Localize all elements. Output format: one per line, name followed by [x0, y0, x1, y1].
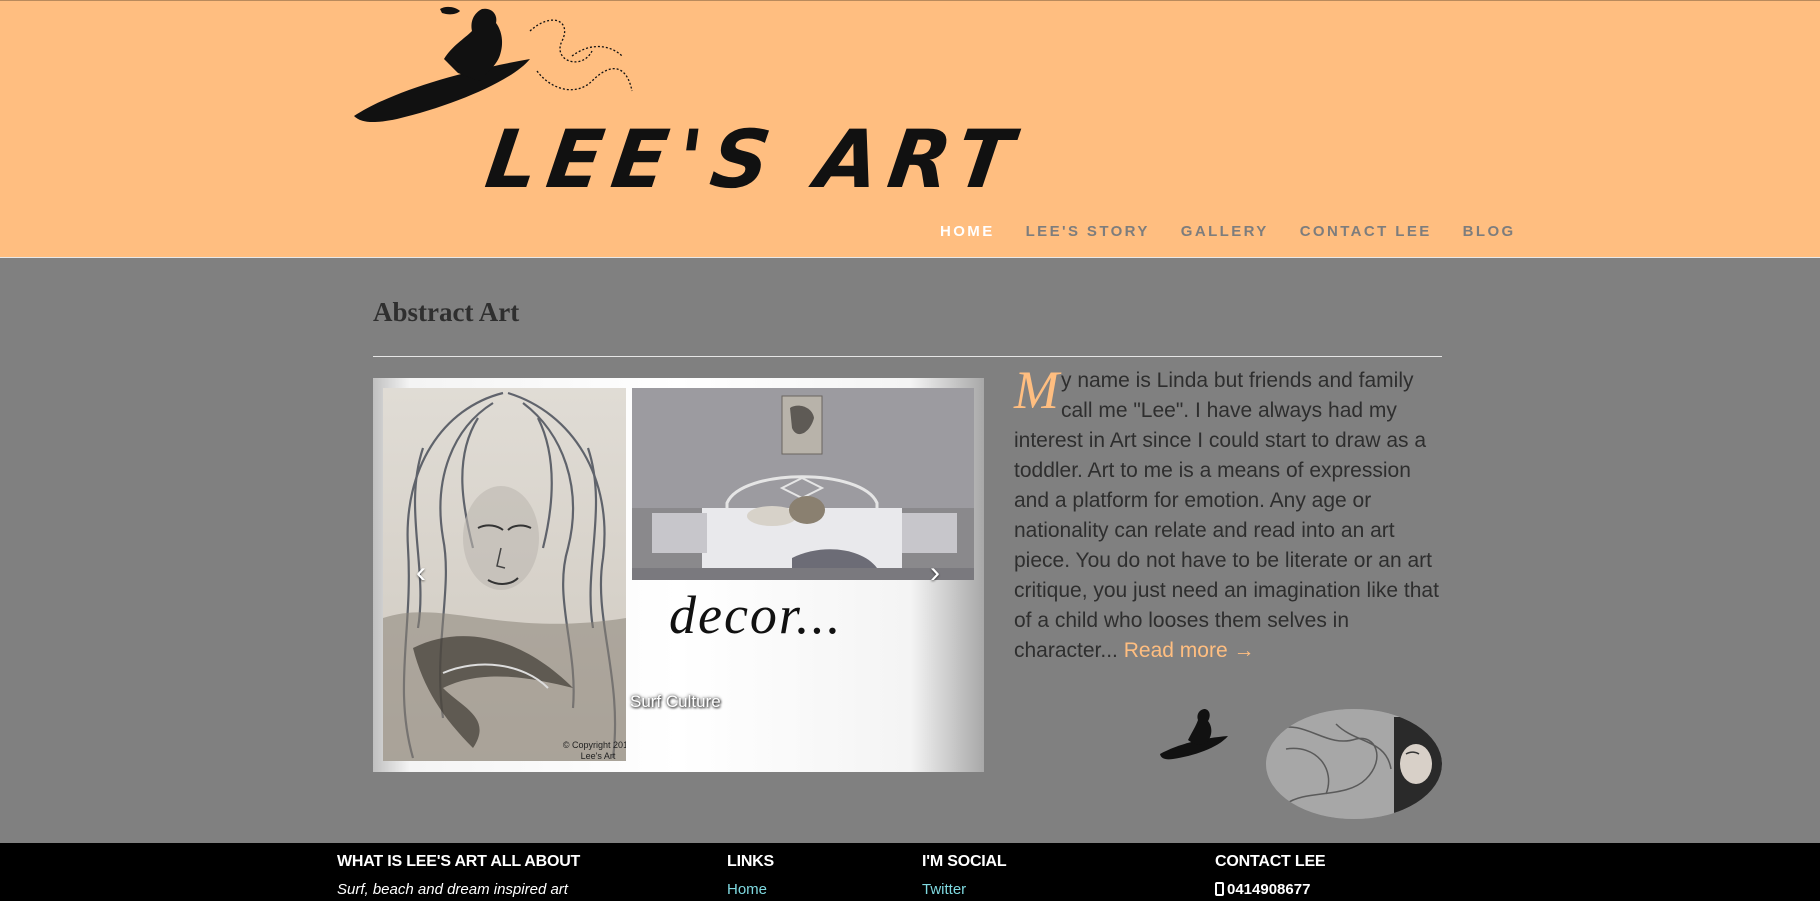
intro-paragraph: M y name is Linda but friends and family… [1014, 360, 1444, 666]
image-carousel[interactable]: © Copyright 2016 Lee's Art decor... Surf… [373, 378, 984, 772]
site-footer: WHAT IS LEE'S ART ALL ABOUT Surf, beach … [0, 843, 1820, 901]
chevron-right-icon[interactable]: › [920, 558, 950, 588]
footer-phone-number[interactable]: 0414908677 [1227, 881, 1310, 898]
nav-item-home[interactable]: HOME [940, 223, 995, 240]
nav-item-blog[interactable]: BLOG [1463, 223, 1516, 240]
footer-about: WHAT IS LEE'S ART ALL ABOUT Surf, beach … [337, 853, 580, 898]
oval-artist-image [1266, 709, 1442, 819]
nav-item-contact-lee[interactable]: CONTACT LEE [1300, 223, 1432, 240]
intro-text: y name is Linda but friends and family c… [1014, 369, 1439, 662]
footer-link-home[interactable]: Home [727, 881, 767, 898]
footer-links-heading: LINKS [727, 853, 775, 870]
dropcap-letter: M [1014, 360, 1059, 420]
copyright-text: © Copyright 2016 Lee's Art [562, 740, 626, 761]
footer-contact: CONTACT LEE 0414908677 [1215, 853, 1326, 898]
footer-social-heading: I'M SOCIAL [922, 853, 1007, 870]
page-title: Abstract Art [373, 297, 520, 327]
footer-about-text: Surf, beach and dream inspired art [337, 881, 568, 898]
footer-link-twitter[interactable]: Twitter [922, 881, 966, 898]
site-header: LEE'S ART HOME LEE'S STORY GALLERY CONTA… [0, 0, 1820, 258]
mobile-phone-icon [1215, 882, 1224, 896]
footer-contact-heading: CONTACT LEE [1215, 853, 1326, 870]
logo-wordmark: LEE'S ART [480, 113, 1029, 206]
footer-social: I'M SOCIAL Twitter [922, 853, 1007, 898]
title-divider [373, 356, 1442, 357]
read-more-link[interactable]: Read more → [1124, 639, 1255, 662]
slide-caption: Surf Culture [630, 692, 721, 711]
decor-heading: decor... [669, 585, 843, 645]
site-logo[interactable]: LEE'S ART [352, 1, 1127, 206]
chevron-left-icon[interactable]: ‹ [406, 558, 436, 588]
nav-item-lees-story[interactable]: LEE'S STORY [1026, 223, 1150, 240]
nav-item-gallery[interactable]: GALLERY [1181, 223, 1269, 240]
bedroom-decor-image [632, 388, 974, 580]
footer-about-heading: WHAT IS LEE'S ART ALL ABOUT [337, 853, 581, 870]
main-nav: HOME LEE'S STORY GALLERY CONTACT LEE BLO… [940, 223, 1516, 240]
surfer-small-icon [1160, 709, 1228, 760]
footer-links: LINKS Home [727, 853, 774, 898]
